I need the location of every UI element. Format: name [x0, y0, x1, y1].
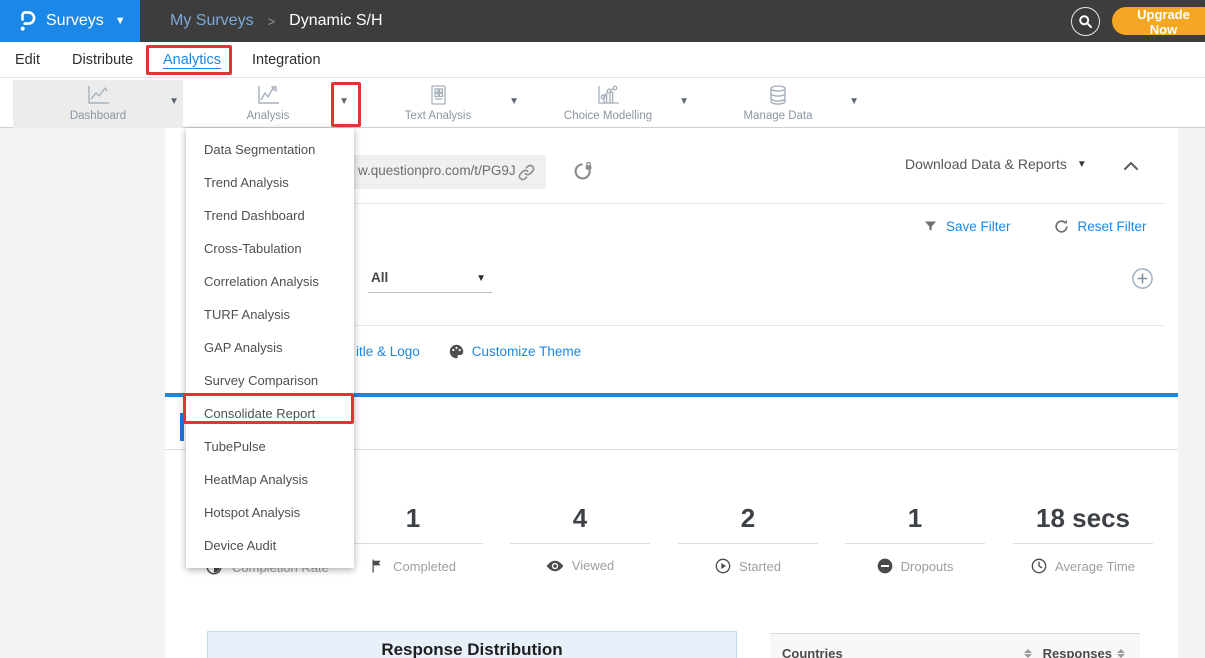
collapse-section-icon[interactable] [1123, 160, 1139, 172]
search-icon [1078, 14, 1093, 29]
surveys-app-menu[interactable]: Surveys ▼ [0, 0, 140, 42]
nav-integration[interactable]: Integration [252, 42, 321, 78]
menu-item-correlation-analysis[interactable]: Correlation Analysis [186, 265, 354, 298]
response-distribution-header: Response Distribution [207, 631, 737, 658]
text-analysis-dropdown-caret[interactable]: ▼ [509, 96, 519, 107]
breadcrumb-current-survey: Dynamic S/H [289, 12, 382, 30]
menu-item-gap-analysis[interactable]: GAP Analysis [186, 331, 354, 364]
countries-table-header: Countries Responses [770, 633, 1140, 658]
menu-item-survey-comparison[interactable]: Survey Comparison [186, 364, 354, 397]
choice-modelling-dropdown-caret[interactable]: ▼ [679, 96, 689, 107]
toolbar-manage-data[interactable]: Manage Data ▼ [693, 80, 863, 128]
upgrade-now-button[interactable]: Upgrade Now [1112, 7, 1205, 35]
stat-started: 2 Started [668, 503, 828, 574]
filter-all-select[interactable]: All ▼ [368, 265, 492, 293]
nav-analytics[interactable]: Analytics [163, 42, 221, 78]
dashboard-dropdown-caret[interactable]: ▼ [169, 96, 179, 107]
save-filter-button[interactable]: Save Filter [946, 219, 1011, 234]
sort-countries-icon[interactable] [1024, 649, 1032, 658]
chevron-down-icon: ▼ [1077, 159, 1087, 170]
breadcrumb-separator: > [268, 14, 276, 29]
breadcrumb-my-surveys[interactable]: My Surveys [170, 12, 254, 30]
section-accent-bar [180, 413, 184, 441]
analysis-dropdown-menu: Data Segmentation Trend Analysis Trend D… [186, 128, 354, 568]
analysis-dropdown-caret[interactable]: ▼ [339, 96, 349, 107]
customize-links: itle & Logo Customize Theme [356, 343, 581, 360]
menu-item-tubepulse[interactable]: TubePulse [186, 430, 354, 463]
analytics-toolbar: Dashboard ▼ Analysis ▼ Text Analysis ▼ [0, 78, 1205, 128]
menu-item-consolidate-report[interactable]: Consolidate Report [186, 397, 354, 430]
choice-modelling-icon [523, 84, 693, 106]
toolbar-analysis[interactable]: Analysis ▼ [183, 80, 353, 128]
sort-responses-icon[interactable] [1117, 649, 1125, 658]
chevron-down-icon: ▼ [476, 273, 486, 284]
filter-selected-value: All [371, 270, 388, 285]
eye-icon [546, 559, 564, 573]
manage-data-dropdown-caret[interactable]: ▼ [849, 96, 859, 107]
customize-theme-link[interactable]: Customize Theme [472, 344, 581, 359]
link-icon[interactable] [517, 163, 536, 182]
questionpro-logo-icon [16, 9, 37, 33]
menu-item-device-audit[interactable]: Device Audit [186, 529, 354, 562]
nav-edit[interactable]: Edit [15, 42, 40, 78]
edit-title-logo-link[interactable]: itle & Logo [356, 344, 420, 359]
clock-icon [1031, 558, 1047, 574]
line-chart-icon [13, 84, 183, 106]
menu-item-hotspot-analysis[interactable]: Hotspot Analysis [186, 496, 354, 529]
secure-domain-icon[interactable] [573, 160, 594, 181]
minus-circle-icon [877, 558, 893, 574]
search-button[interactable] [1071, 7, 1100, 36]
menu-item-turf-analysis[interactable]: TURF Analysis [186, 298, 354, 331]
stat-completed: 1 Completed [333, 503, 493, 574]
menu-item-data-segmentation[interactable]: Data Segmentation [186, 133, 354, 166]
menu-item-trend-analysis[interactable]: Trend Analysis [186, 166, 354, 199]
reset-icon [1053, 218, 1070, 235]
breadcrumb: My Surveys > Dynamic S/H [170, 0, 383, 42]
toolbar-choice-modelling[interactable]: Choice Modelling ▼ [523, 80, 693, 128]
toolbar-dashboard[interactable]: Dashboard ▼ [13, 80, 183, 128]
flag-icon [370, 558, 385, 574]
column-responses[interactable]: Responses [1043, 646, 1112, 658]
stat-viewed: 4 Viewed [500, 503, 660, 573]
text-analysis-icon [353, 84, 523, 106]
right-gutter [1178, 128, 1205, 658]
reset-filter-button[interactable]: Reset Filter [1078, 219, 1147, 234]
analysis-chart-icon [183, 84, 353, 106]
funnel-icon [923, 219, 938, 234]
column-countries[interactable]: Countries [782, 646, 843, 658]
chevron-down-icon: ▼ [115, 15, 126, 27]
top-bar: Surveys ▼ My Surveys > Dynamic S/H Upgra… [0, 0, 1205, 42]
play-icon [715, 558, 731, 574]
menu-item-trend-dashboard[interactable]: Trend Dashboard [186, 199, 354, 232]
menu-item-cross-tabulation[interactable]: Cross-Tabulation [186, 232, 354, 265]
response-distribution-title: Response Distribution [208, 640, 736, 658]
download-data-reports[interactable]: Download Data & Reports ▼ [905, 156, 1087, 172]
toolbar-text-analysis[interactable]: Text Analysis ▼ [353, 80, 523, 128]
nav-distribute[interactable]: Distribute [72, 42, 133, 78]
survey-nav: Edit Distribute Analytics Integration [0, 42, 1205, 78]
database-icon [693, 84, 863, 106]
app-menu-label: Surveys [46, 12, 104, 30]
palette-icon [448, 343, 465, 360]
filter-actions: Save Filter Reset Filter [923, 218, 1147, 235]
add-filter-icon[interactable] [1131, 267, 1154, 290]
stat-dropouts: 1 Dropouts [835, 503, 995, 574]
menu-item-heatmap-analysis[interactable]: HeatMap Analysis [186, 463, 354, 496]
survey-url-text: w.questionpro.com/t/PG9J [358, 163, 516, 178]
stat-average-time: 18 secs Average Time [1003, 503, 1163, 574]
